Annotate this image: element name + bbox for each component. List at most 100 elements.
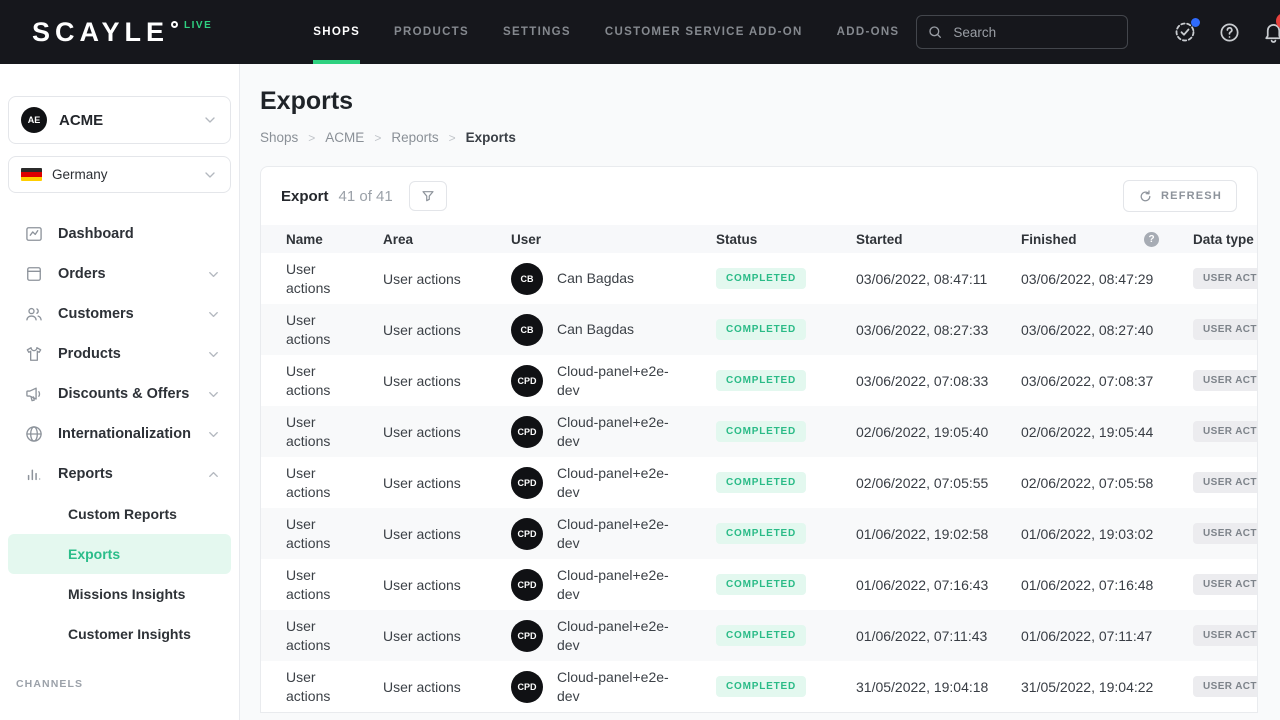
export-started: 01/06/2022, 07:16:43 (856, 577, 1021, 593)
topnav-settings[interactable]: SETTINGS (486, 0, 588, 64)
topnav-add-ons[interactable]: ADD-ONS (820, 0, 917, 64)
country-selector[interactable]: Germany (8, 156, 231, 193)
sidebar-item-label: Customers (58, 306, 134, 322)
search-box[interactable] (916, 15, 1128, 49)
filter-button[interactable] (409, 181, 447, 211)
sidebar-item-label: Orders (58, 266, 106, 282)
tasks-status-icon[interactable] (1173, 20, 1197, 44)
breadcrumb-separator: > (374, 131, 381, 145)
sidebar-item-label: Products (58, 346, 121, 362)
export-data-type: USER ACTION (1193, 421, 1258, 442)
search-icon (927, 24, 943, 40)
sidebar-item-label: Discounts & Offers (58, 386, 189, 402)
topnav-customer-service-add-on[interactable]: CUSTOMER SERVICE ADD-ON (588, 0, 820, 64)
export-status: COMPLETED (716, 625, 856, 646)
user-avatar: CPD (511, 467, 543, 499)
refresh-icon (1138, 189, 1153, 204)
status-badge: COMPLETED (716, 319, 806, 340)
export-area: User actions (383, 577, 511, 593)
table-row[interactable]: User actions User actions CPD Cloud-pane… (261, 610, 1258, 661)
germany-flag-icon (21, 168, 42, 181)
export-user: CPD Cloud-panel+e2e-dev (511, 515, 716, 553)
submenu-label: Customer Insights (68, 626, 191, 642)
table-row[interactable]: User actions User actions CPD Cloud-pane… (261, 661, 1258, 712)
data-type-badge: USER ACTION (1193, 319, 1258, 340)
export-area: User actions (383, 475, 511, 491)
export-user: CPD Cloud-panel+e2e-dev (511, 617, 716, 655)
breadcrumb-reports[interactable]: Reports (391, 130, 438, 145)
table-row[interactable]: User actions User actions CPD Cloud-pane… (261, 355, 1258, 406)
breadcrumb-shops[interactable]: Shops (260, 130, 298, 145)
sidebar-subitem-exports[interactable]: Exports (8, 534, 231, 574)
user-name: Cloud-panel+e2e-dev (557, 362, 669, 400)
refresh-button[interactable]: REFRESH (1123, 180, 1237, 212)
notification-count-badge: 1 (1276, 13, 1280, 29)
table-row[interactable]: User actions User actions CB Can Bagdas … (261, 253, 1258, 304)
help-icon[interactable] (1218, 21, 1241, 44)
column-header-status: Status (716, 232, 856, 247)
main-content: Exports Shops > ACME > Reports > Exports… (240, 64, 1280, 720)
chevron-down-icon (206, 267, 221, 282)
export-data-type: USER ACTION (1193, 574, 1258, 595)
topbar: SCAYLE LIVE SHOPS PRODUCTS SETTINGS CUST… (0, 0, 1280, 64)
table-row[interactable]: User actions User actions CPD Cloud-pane… (261, 406, 1258, 457)
table-row[interactable]: User actions User actions CPD Cloud-pane… (261, 508, 1258, 559)
sidebar-subitem-customer-insights[interactable]: Customer Insights (8, 614, 231, 654)
data-type-badge: USER ACTION (1193, 421, 1258, 442)
topnav-shops[interactable]: SHOPS (296, 0, 377, 64)
page-title: Exports (260, 87, 1280, 116)
data-type-badge: USER ACTION (1193, 574, 1258, 595)
export-user: CPD Cloud-panel+e2e-dev (511, 413, 716, 451)
export-started: 31/05/2022, 19:04:18 (856, 679, 1021, 695)
breadcrumb-separator: > (308, 131, 315, 145)
user-name: Cloud-panel+e2e-dev (557, 668, 669, 706)
export-data-type: USER ACTION (1193, 625, 1258, 646)
sidebar-item-reports[interactable]: Reports (0, 454, 239, 494)
sidebar-subitem-custom-reports[interactable]: Custom Reports (8, 494, 231, 534)
table-row[interactable]: User actions User actions CPD Cloud-pane… (261, 559, 1258, 610)
export-name: User actions (286, 260, 348, 298)
megaphone-icon (24, 384, 44, 404)
export-started: 03/06/2022, 07:08:33 (856, 373, 1021, 389)
sidebar-item-orders[interactable]: Orders (0, 254, 239, 294)
sidebar-subitem-missions-insights[interactable]: Missions Insights (8, 574, 231, 614)
data-type-badge: USER ACTION (1193, 370, 1258, 391)
sidebar-item-discounts-offers[interactable]: Discounts & Offers (0, 374, 239, 414)
export-status: COMPLETED (716, 472, 856, 493)
breadcrumb-acme[interactable]: ACME (325, 130, 364, 145)
funnel-icon (420, 188, 436, 204)
notifications-bell-icon[interactable]: 1 (1262, 21, 1280, 44)
customers-people-icon (24, 304, 44, 324)
table-row[interactable]: User actions User actions CB Can Bagdas … (261, 304, 1258, 355)
export-started: 01/06/2022, 07:11:43 (856, 628, 1021, 644)
finished-help-icon[interactable] (1144, 232, 1159, 247)
sidebar-item-dashboard[interactable]: Dashboard (0, 214, 239, 254)
status-badge: COMPLETED (716, 625, 806, 646)
export-area: User actions (383, 373, 511, 389)
export-name: User actions (286, 362, 348, 400)
status-badge: COMPLETED (716, 574, 806, 595)
export-data-type: USER ACTION (1193, 268, 1258, 289)
shop-selector[interactable]: AE ACME (8, 96, 231, 144)
sidebar-item-customers[interactable]: Customers (0, 294, 239, 334)
result-count: 41 of 41 (339, 188, 393, 205)
export-finished: 02/06/2022, 19:05:44 (1021, 424, 1193, 440)
sidebar-item-internationalization[interactable]: Internationalization (0, 414, 239, 454)
topnav-products[interactable]: PRODUCTS (377, 0, 486, 64)
breadcrumb: Shops > ACME > Reports > Exports (260, 130, 1280, 145)
breadcrumb-exports: Exports (466, 130, 516, 145)
search-input[interactable] (951, 24, 1117, 41)
sidebar-item-products[interactable]: Products (0, 334, 239, 374)
column-header-started: Started (856, 232, 1021, 247)
export-area: User actions (383, 424, 511, 440)
export-name: User actions (286, 464, 348, 502)
export-name: User actions (286, 413, 348, 451)
exports-card: Export 41 of 41 REFRESH Name Are (260, 166, 1258, 713)
user-name: Can Bagdas (557, 320, 669, 339)
country-name: Germany (52, 167, 108, 182)
logo-wordmark: SCAYLE (32, 17, 169, 47)
table-row[interactable]: User actions User actions CPD Cloud-pane… (261, 457, 1258, 508)
sidebar-item-label: Dashboard (58, 226, 134, 242)
dashboard-icon (24, 224, 44, 244)
refresh-label: REFRESH (1161, 190, 1222, 202)
